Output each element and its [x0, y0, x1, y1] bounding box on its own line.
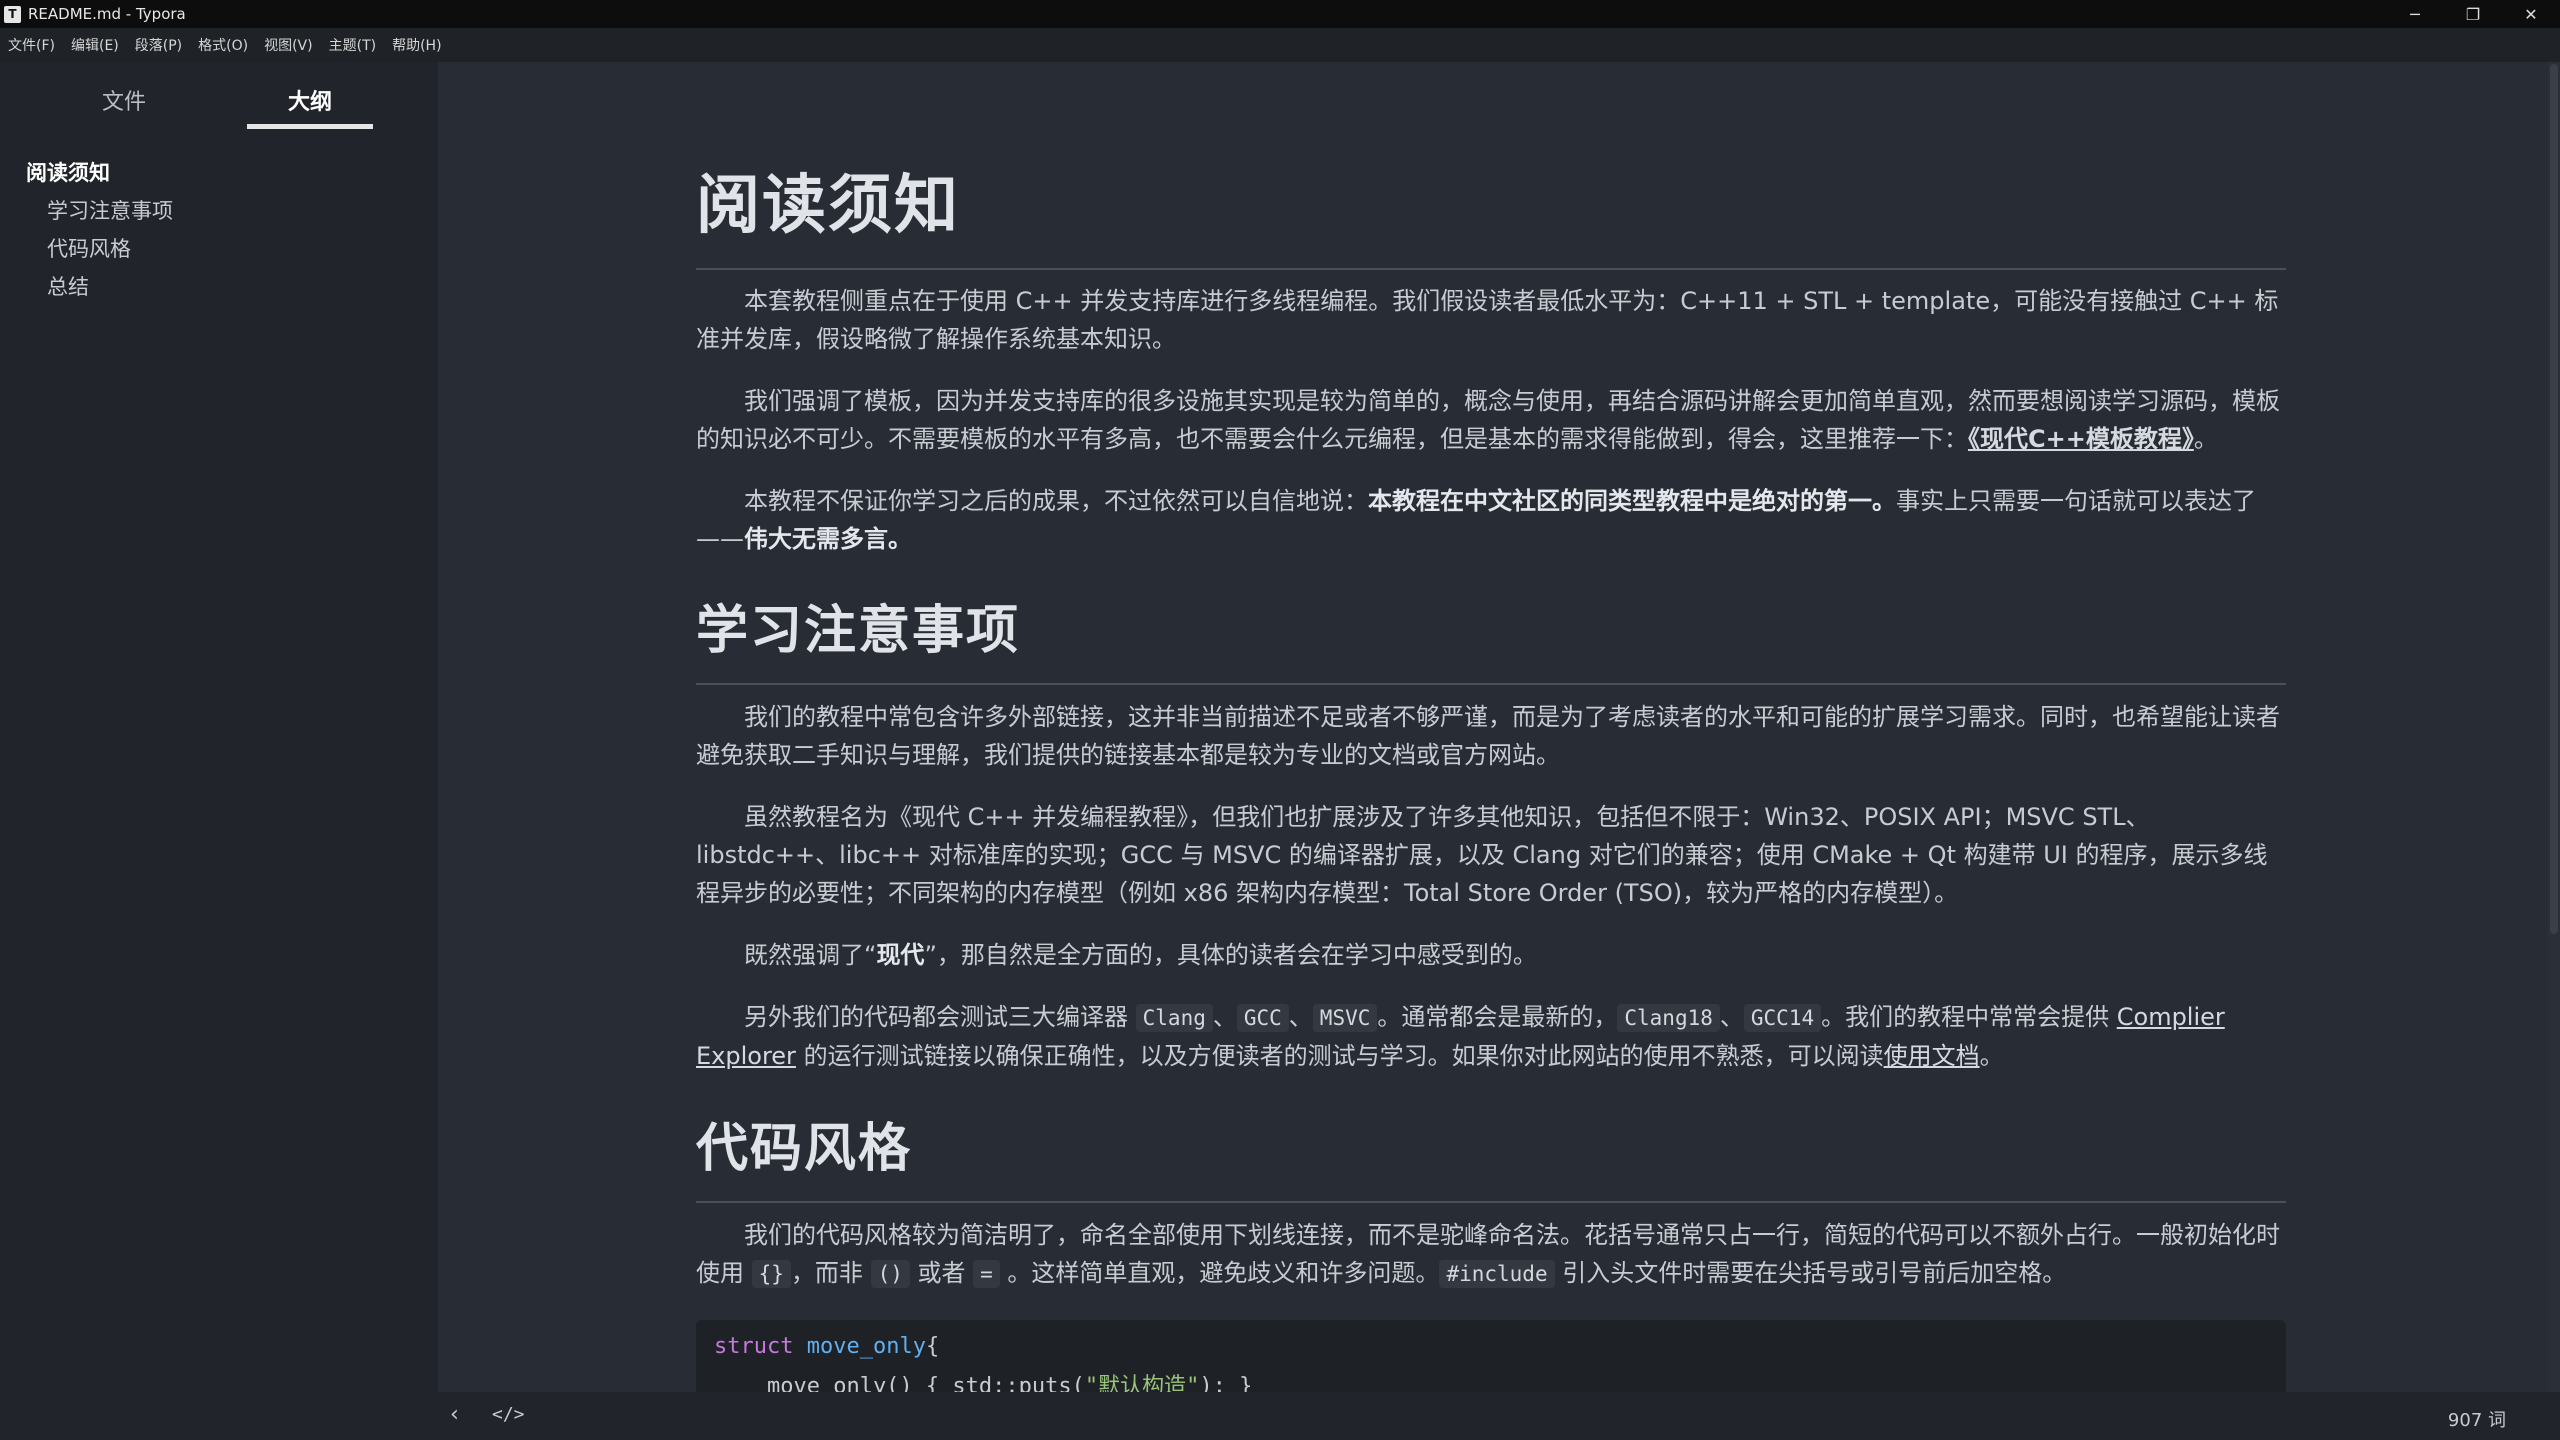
inline-code: Clang18 [1617, 1004, 1720, 1032]
code-line: move_only() { std::puts("默认构造"); } [714, 1368, 1252, 1392]
close-icon[interactable]: ✕ [2502, 0, 2560, 28]
code-identifier: move_only [793, 1334, 926, 1359]
modern-cpp-template-link[interactable]: 《现代C++模板教程》 [1968, 425, 2194, 453]
outline-item-study-notes[interactable]: 学习注意事项 [0, 192, 438, 230]
outline-item-summary[interactable]: 总结 [0, 268, 438, 306]
paragraph: 本套教程侧重点在于使用 C++ 并发支持库进行多线程编程。我们假设读者最低水平为… [696, 287, 2279, 353]
window-controls: ─ ❐ ✕ [2386, 0, 2560, 28]
bold-text: 现代 [876, 941, 925, 969]
vertical-scrollbar[interactable] [2548, 62, 2560, 1392]
typora-app-icon: T [4, 5, 21, 23]
menu-view[interactable]: 视图(V) [264, 35, 313, 55]
paragraph-text: 。 [1979, 1042, 2004, 1070]
outline-item-code-style[interactable]: 代码风格 [0, 230, 438, 268]
paragraph: 我们强调了模板，因为并发支持库的很多设施其实现是较为简单的，概念与使用，再结合源… [696, 382, 2286, 458]
inline-code: MSVC [1312, 1004, 1378, 1032]
heading-study-notes: 学习注意事项 [696, 588, 2286, 685]
sidebar: 文件 大纲 阅读须知 学习注意事项 代码风格 总结 [0, 62, 438, 1440]
paragraph: 另外我们的代码都会测试三大编译器 Clang、 GCC、 MSVC 。通常都会是最新的… [696, 998, 2286, 1075]
inline-code: GCC14 [1743, 1004, 1822, 1032]
inline-code: = [973, 1260, 1000, 1288]
code-line: struct move_only{ [714, 1334, 939, 1359]
inline-code: () [870, 1260, 910, 1288]
window-title: README.md - Typora [28, 5, 186, 23]
paragraph-text: 既然强调了“ [744, 941, 877, 969]
paragraph: 我们的代码风格较为简洁明了，命名全部使用下划线连接，而不是驼峰命名法。花括号通常… [696, 1216, 2286, 1293]
paragraph-text: ”，那自然是全方面的，具体的读者会在学习中感受到的。 [924, 941, 1537, 969]
inline-code: GCC [1236, 1004, 1289, 1032]
status-bar: ‹ </> 907 词 [438, 1392, 2560, 1440]
paragraph: 既然强调了“现代”，那自然是全方面的，具体的读者会在学习中感受到的。 [696, 936, 2286, 974]
menu-file[interactable]: 文件(F) [8, 35, 55, 55]
paragraph-text: 另外我们的代码都会测试三大编译器 [744, 1003, 1136, 1031]
menu-help[interactable]: 帮助(H) [392, 35, 441, 55]
paragraph: 虽然教程名为《现代 C++ 并发编程教程》，但我们也扩展涉及了许多其他知识，包括… [696, 803, 2268, 907]
paragraph-text: 、 [1288, 1003, 1313, 1031]
tab-outline[interactable]: 大纲 [288, 84, 332, 116]
paragraph-text: 、 [1212, 1003, 1237, 1031]
paragraph: 我们的教程中常包含许多外部链接，这并非当前描述不足或者不够严谨，而是为了考虑读者… [696, 703, 2280, 769]
paragraph-text: 。通常都会是最新的， [1377, 1003, 1618, 1031]
paragraph-text: 、 [1719, 1003, 1744, 1031]
paragraph-text: 或者 [909, 1259, 974, 1287]
inline-code: {} [751, 1260, 791, 1288]
menu-edit[interactable]: 编辑(E) [71, 35, 119, 55]
inline-code: #include [1439, 1260, 1555, 1288]
toggle-sidebar-icon[interactable]: ‹ [450, 1402, 459, 1427]
inline-code: Clang [1135, 1004, 1213, 1032]
paragraph-text: 。 [2193, 425, 2218, 453]
menu-bar: 文件(F) 编辑(E) 段落(P) 格式(O) 视图(V) 主题(T) 帮助(H… [0, 28, 2560, 62]
bold-text: 伟大无需多言。 [744, 525, 912, 553]
bold-text: 本教程在中文社区的同类型教程中是绝对的第一。 [1368, 487, 1896, 515]
heading-reading-notes: 阅读须知 [696, 154, 2286, 270]
code-text: ); } [1199, 1374, 1253, 1392]
paragraph: 本教程不保证你学习之后的成果，不过依然可以自信地说：本教程在中文社区的同类型教程… [696, 482, 2286, 558]
word-count[interactable]: 907 词 [2448, 1406, 2506, 1432]
source-code-mode-icon[interactable]: </> [492, 1404, 525, 1425]
menu-format[interactable]: 格式(O) [198, 35, 248, 55]
paragraph-text: 。我们的教程中常常会提供 [1821, 1003, 2117, 1031]
paragraph-text: ，而非 [790, 1259, 871, 1287]
scrollbar-thumb[interactable] [2550, 64, 2558, 934]
paragraph-text: 引入头文件时需要在尖括号或引号前后加空格。 [1554, 1259, 2067, 1287]
usage-docs-link[interactable]: 使用文档 [1884, 1042, 1980, 1070]
active-tab-indicator [247, 124, 373, 129]
paragraph-text: 的运行测试链接以确保正确性，以及方便读者的测试与学习。如果你对此网站的使用不熟悉… [795, 1042, 1884, 1070]
code-string: "默认构造" [1084, 1374, 1200, 1392]
tab-files[interactable]: 文件 [102, 84, 146, 116]
heading-code-style: 代码风格 [696, 1106, 2286, 1203]
sidebar-tabs: 文件 大纲 [0, 62, 438, 132]
restore-icon[interactable]: ❐ [2444, 0, 2502, 28]
minimize-icon[interactable]: ─ [2386, 0, 2444, 28]
code-punctuation: { [925, 1334, 940, 1359]
code-block[interactable]: struct move_only{ move_only() { std::put… [696, 1320, 2286, 1392]
paragraph-text: 本教程不保证你学习之后的成果，不过依然可以自信地说： [744, 487, 1368, 515]
outline-item-reading-notes[interactable]: 阅读须知 [0, 154, 438, 192]
editor-area[interactable]: 阅读须知 本套教程侧重点在于使用 C++ 并发支持库进行多线程编程。我们假设读者… [438, 62, 2560, 1392]
title-bar: T README.md - Typora ─ ❐ ✕ [0, 0, 2560, 28]
menu-theme[interactable]: 主题(T) [329, 35, 376, 55]
paragraph-text: 。这样简单直观，避免歧义和许多问题。 [999, 1259, 1440, 1287]
outline-list: 阅读须知 学习注意事项 代码风格 总结 [0, 154, 438, 306]
code-keyword: struct [714, 1334, 794, 1359]
code-text: move_only() { std::puts( [714, 1374, 1085, 1392]
menu-paragraph[interactable]: 段落(P) [135, 35, 182, 55]
